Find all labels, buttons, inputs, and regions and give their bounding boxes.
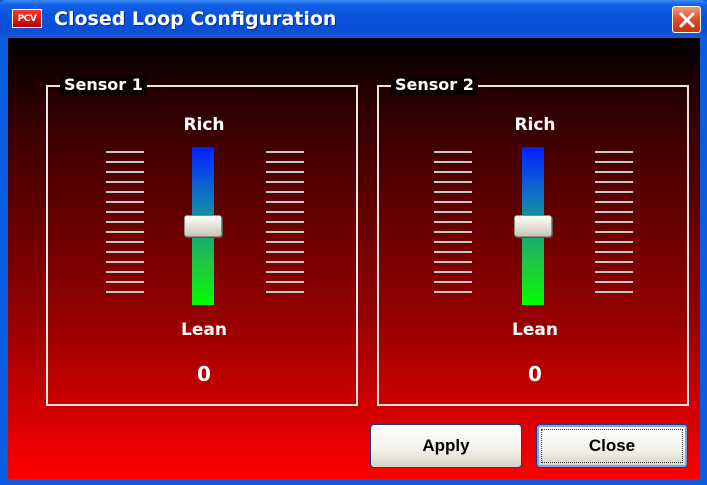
tick-mark bbox=[434, 161, 472, 163]
tick-mark bbox=[266, 211, 304, 213]
tick-mark bbox=[106, 241, 144, 243]
tick-mark bbox=[266, 161, 304, 163]
tick-mark bbox=[266, 231, 304, 233]
tick-mark bbox=[266, 171, 304, 173]
tick-mark bbox=[106, 211, 144, 213]
tick-mark bbox=[434, 231, 472, 233]
tick-mark bbox=[266, 191, 304, 193]
sensor-2-rich-label: Rich bbox=[514, 115, 556, 135]
sensor-1-rich-label: Rich bbox=[183, 115, 225, 135]
tick-mark bbox=[106, 161, 144, 163]
tick-mark bbox=[434, 181, 472, 183]
tick-mark bbox=[266, 251, 304, 253]
tick-mark bbox=[106, 201, 144, 203]
tick-mark bbox=[434, 221, 472, 223]
tick-mark bbox=[434, 171, 472, 173]
tick-mark bbox=[434, 281, 472, 283]
sensor-1-legend: Sensor 1 bbox=[60, 75, 147, 95]
tick-mark bbox=[595, 151, 633, 153]
tick-mark bbox=[106, 221, 144, 223]
tick-mark bbox=[106, 181, 144, 183]
tick-mark bbox=[106, 171, 144, 173]
tick-mark bbox=[106, 261, 144, 263]
title-bar[interactable]: PCV Closed Loop Configuration bbox=[0, 0, 707, 38]
focus-ring bbox=[541, 429, 683, 463]
tick-mark bbox=[266, 271, 304, 273]
tick-mark bbox=[434, 151, 472, 153]
tick-mark bbox=[106, 191, 144, 193]
tick-mark bbox=[106, 281, 144, 283]
sensor-2-slider-thumb[interactable] bbox=[514, 215, 552, 237]
sensor-2-legend: Sensor 2 bbox=[391, 75, 478, 95]
tick-mark bbox=[595, 241, 633, 243]
tick-mark bbox=[434, 191, 472, 193]
tick-mark bbox=[266, 281, 304, 283]
tick-mark bbox=[595, 251, 633, 253]
close-window-button[interactable] bbox=[672, 6, 701, 33]
tick-mark bbox=[106, 271, 144, 273]
tick-mark bbox=[434, 291, 472, 293]
close-button[interactable]: Close bbox=[536, 424, 688, 468]
tick-mark bbox=[266, 221, 304, 223]
tick-mark bbox=[595, 161, 633, 163]
tick-mark bbox=[595, 291, 633, 293]
sensor-2-value: 0 bbox=[528, 362, 542, 386]
tick-mark bbox=[595, 171, 633, 173]
tick-mark bbox=[595, 191, 633, 193]
tick-mark bbox=[106, 251, 144, 253]
tick-mark bbox=[595, 231, 633, 233]
tick-mark bbox=[434, 261, 472, 263]
tick-mark bbox=[266, 261, 304, 263]
tick-mark bbox=[595, 281, 633, 283]
tick-mark bbox=[595, 201, 633, 203]
sensor-2-lean-label: Lean bbox=[512, 320, 558, 340]
tick-mark bbox=[595, 181, 633, 183]
tick-mark bbox=[595, 211, 633, 213]
sensor-1-lean-label: Lean bbox=[181, 320, 227, 340]
tick-mark bbox=[266, 151, 304, 153]
tick-mark bbox=[266, 241, 304, 243]
tick-mark bbox=[434, 211, 472, 213]
tick-mark bbox=[106, 151, 144, 153]
tick-mark bbox=[106, 231, 144, 233]
tick-mark bbox=[266, 291, 304, 293]
tick-mark bbox=[595, 221, 633, 223]
tick-mark bbox=[434, 271, 472, 273]
tick-mark bbox=[106, 291, 144, 293]
tick-mark bbox=[595, 261, 633, 263]
window-title: Closed Loop Configuration bbox=[54, 8, 337, 30]
sensor-1-group: Sensor 1 Rich Lean 0 bbox=[46, 75, 358, 406]
sensor-1-slider-thumb[interactable] bbox=[184, 215, 222, 237]
sensor-1-value: 0 bbox=[197, 362, 211, 386]
tick-mark bbox=[266, 181, 304, 183]
tick-mark bbox=[434, 251, 472, 253]
pcv-app-icon: PCV bbox=[12, 9, 42, 28]
dialog-window: PCV Closed Loop Configuration Sensor 1 R… bbox=[0, 0, 707, 485]
tick-mark bbox=[434, 201, 472, 203]
tick-mark bbox=[266, 201, 304, 203]
sensor-2-group: Sensor 2 Rich Lean 0 bbox=[377, 75, 689, 406]
apply-button[interactable]: Apply bbox=[370, 424, 522, 468]
close-icon bbox=[679, 12, 694, 27]
dialog-client-area: Sensor 1 Rich Lean 0 Sensor 2 Rich Lean … bbox=[8, 38, 700, 479]
tick-mark bbox=[595, 271, 633, 273]
tick-mark bbox=[434, 241, 472, 243]
